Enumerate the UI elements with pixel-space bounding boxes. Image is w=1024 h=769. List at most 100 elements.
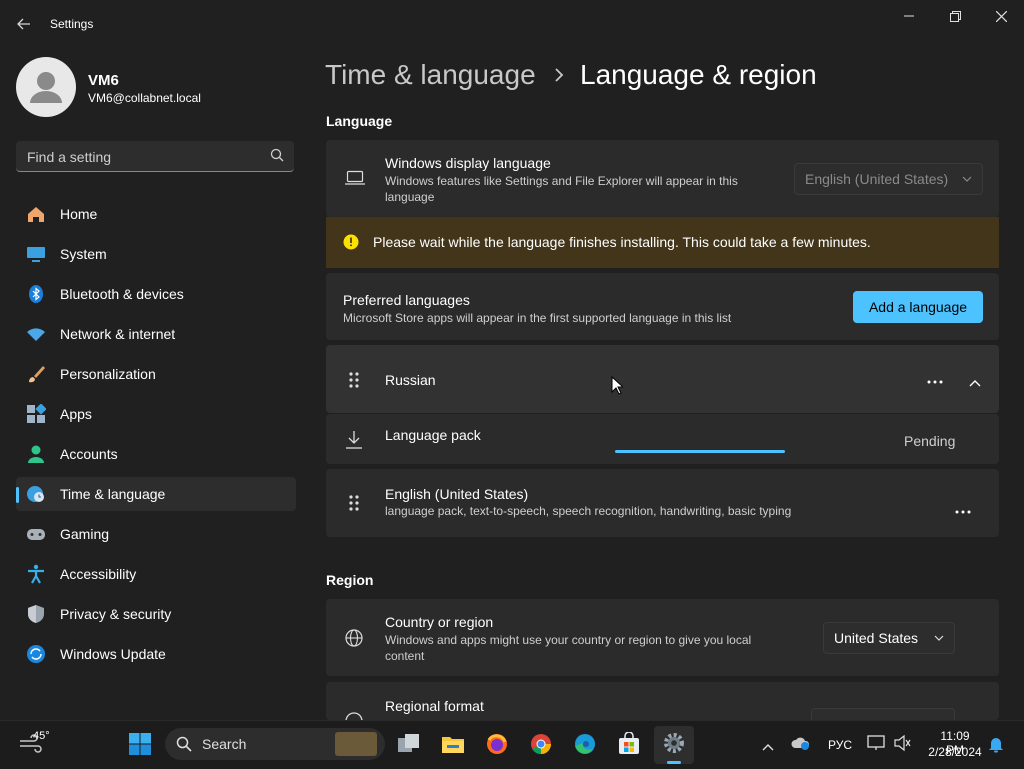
nav-label-accounts: Accounts [60,446,118,462]
volume-muted-icon[interactable] [893,734,911,755]
language-pack-progress-bar [615,450,785,453]
nav-item-apps[interactable]: Apps [16,397,296,431]
nav-label-network: Network & internet [60,326,176,342]
country-region-card: Country or region Windows and apps might… [326,599,999,676]
nav-item-bluetooth[interactable]: Bluetooth & devices [16,277,296,311]
drag-handle-icon[interactable] [349,372,359,391]
nav-item-accessibility[interactable]: Accessibility [16,557,296,591]
edge-icon [575,734,595,754]
file-explorer-button[interactable] [439,730,467,758]
window-title: Settings [50,17,94,31]
active-app-indicator [667,761,681,764]
language-item-english[interactable]: English (United States) language pack, t… [326,469,999,537]
nav-label-personalization: Personalization [60,366,156,382]
taskbar-search[interactable]: Search [165,728,385,760]
nav-label-bluetooth: Bluetooth & devices [60,286,184,302]
preferred-languages-card: Preferred languages Microsoft Store apps… [326,273,999,340]
clock-date[interactable]: 2/28/2024 [922,745,988,759]
input-language-indicator[interactable]: РУС [828,738,852,752]
gamepad-icon [25,523,47,545]
add-language-button[interactable]: Add a language [853,291,983,323]
globe-icon [345,629,363,650]
language-pack-status: Pending [904,433,956,449]
nav-item-network[interactable]: Network & internet [16,317,296,351]
nav-item-personalization[interactable]: Personalization [16,357,296,391]
user-icon [30,72,62,103]
language-english-subtitle: language pack, text-to-speech, speech re… [385,504,792,518]
show-hidden-icons-button[interactable] [762,738,774,754]
install-warning-bar: Please wait while the language finishes … [326,217,999,268]
warning-icon [343,234,359,253]
country-region-dropdown[interactable]: United States [823,622,955,654]
nav-item-system[interactable]: System [16,237,296,271]
nav-label-apps: Apps [60,406,92,422]
search-input[interactable]: Find a setting [16,141,294,172]
minimize-button[interactable] [886,0,932,32]
nav-item-privacy[interactable]: Privacy & security [16,597,296,631]
nav-label-windows-update: Windows Update [60,646,166,662]
regional-format-card[interactable]: Regional format [326,682,999,720]
language-name-russian: Russian [385,372,436,388]
country-region-title: Country or region [385,614,494,630]
search-icon [176,736,192,755]
download-icon [345,430,363,453]
restore-button[interactable] [932,0,978,32]
onedrive-tray-icon[interactable] [791,735,811,754]
accessibility-icon [25,563,47,585]
settings-taskbar-button[interactable] [654,726,694,764]
chrome-button[interactable] [527,730,555,758]
warning-text: Please wait while the language finishes … [373,234,871,250]
start-button[interactable] [126,730,154,758]
laptop-icon [345,170,365,189]
search-highlight-image [335,732,377,756]
system-icon [25,243,47,265]
display-language-dropdown[interactable]: English (United States) [794,163,983,195]
shield-icon [25,603,47,625]
regional-format-title: Regional format [385,698,484,714]
drag-handle-icon[interactable] [349,495,359,514]
language-pack-label: Language pack [385,427,481,443]
country-region-value: United States [834,630,919,646]
folder-icon [442,737,464,753]
globe-clock-icon [25,483,47,505]
minimize-icon [904,15,914,17]
close-button[interactable] [978,0,1024,32]
nav-item-time-language[interactable]: Time & language [16,477,296,511]
update-icon [25,643,47,665]
firefox-button[interactable] [483,730,511,758]
chevron-up-icon [762,744,774,751]
more-options-icon[interactable] [927,371,943,387]
breadcrumb-parent[interactable]: Time & language [325,59,536,91]
chevron-up-icon[interactable] [969,374,981,390]
preferred-languages-title: Preferred languages [343,292,470,308]
display-language-card: Windows display language Windows feature… [326,140,999,217]
regional-format-dropdown[interactable] [811,708,955,720]
store-button[interactable] [615,730,643,758]
regional-format-icon [345,712,363,720]
notification-bell-icon[interactable] [988,735,1004,756]
nav-item-windows-update[interactable]: Windows Update [16,637,296,671]
display-tray-icon[interactable] [867,734,887,755]
search-placeholder: Find a setting [27,149,112,165]
language-item-russian[interactable]: Russian [326,345,999,413]
edge-button[interactable] [571,730,599,758]
chrome-icon [531,734,552,755]
nav-item-accounts[interactable]: Accounts [16,437,296,471]
profile-name: VM6 [88,72,119,89]
store-icon [619,732,639,754]
home-icon [25,203,47,225]
bluetooth-icon [25,283,47,305]
more-options-icon[interactable] [955,501,971,517]
nav-item-gaming[interactable]: Gaming [16,517,296,551]
task-view-icon [398,734,419,752]
wifi-icon [25,323,47,345]
avatar[interactable] [16,57,76,117]
back-button[interactable] [10,10,38,38]
task-view-button[interactable] [395,730,423,758]
nav-item-home[interactable]: Home [16,197,296,231]
windows-logo-icon [129,733,151,755]
language-name-english: English (United States) [385,486,529,502]
taskbar-search-label: Search [202,736,247,752]
chevron-right-icon [553,64,565,87]
nav-selection-indicator [16,487,19,503]
